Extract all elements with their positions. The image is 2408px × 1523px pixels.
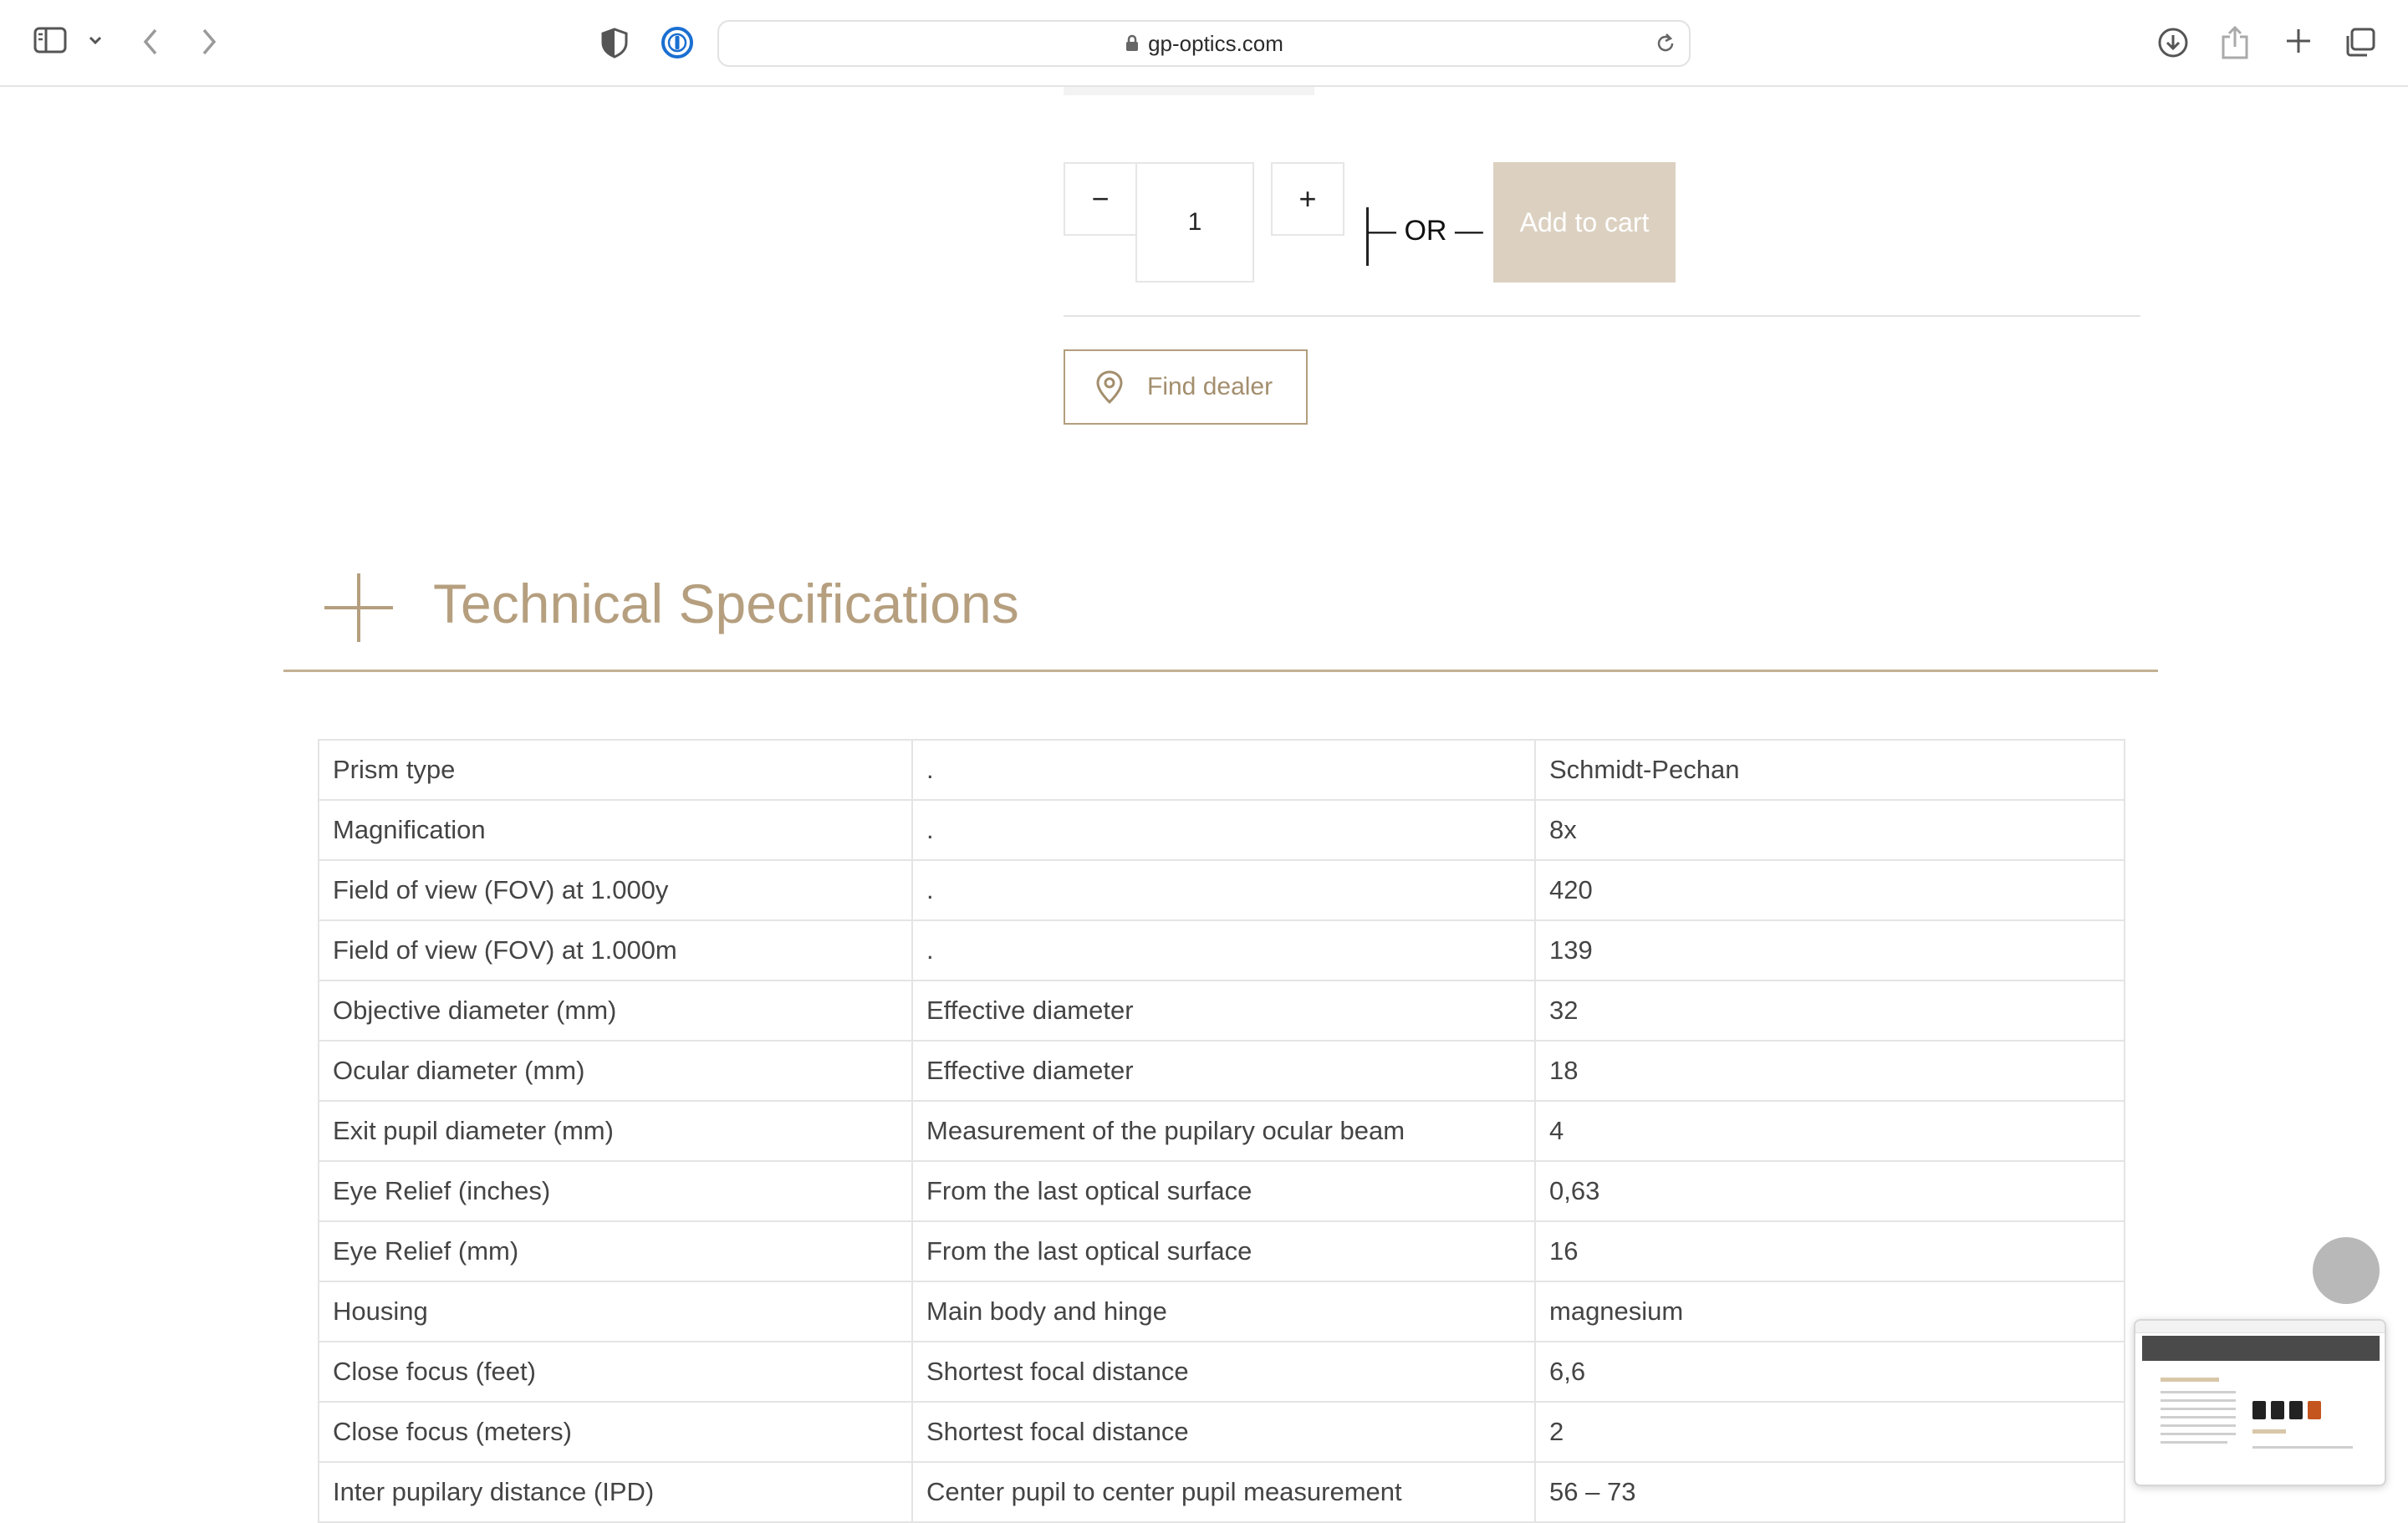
thumbnail-toolbar [2135, 1321, 2385, 1333]
spec-value: 4 [1534, 1100, 2125, 1162]
share-icon[interactable] [2221, 25, 2249, 60]
table-row: Objective diameter (mm) Effective diamete… [318, 980, 2125, 1042]
find-dealer-button[interactable]: Find dealer [1064, 349, 1308, 425]
spec-name: Ocular diameter (mm) [318, 1040, 913, 1102]
thumbnail-title-line [2161, 1378, 2219, 1382]
find-dealer-label: Find dealer [1147, 373, 1273, 400]
spec-value: 420 [1534, 859, 2125, 921]
spec-name: Objective diameter (mm) [318, 980, 913, 1042]
table-row: Field of view (FOV) at 1.000m. 139 [318, 919, 2125, 981]
specs-section-title[interactable]: Technical Specifications [433, 562, 1019, 645]
spec-note: Main body and hinge [911, 1281, 1536, 1342]
spec-note: Center pupil to center pupil measurement [911, 1461, 1536, 1523]
spec-note: Effective diameter [911, 980, 1536, 1042]
screenshot-thumbnail-preview[interactable] [2134, 1319, 2386, 1486]
thumbnail-text-line [2161, 1399, 2236, 1402]
spec-value: 32 [1534, 980, 2125, 1042]
spec-value: 6,6 [1534, 1341, 2125, 1403]
spec-name: Housing [318, 1281, 913, 1342]
specs-title-rule [283, 670, 2158, 672]
table-row: Housing Main body and hinge magnesium [318, 1281, 2125, 1342]
spec-note: . [911, 799, 1536, 861]
thumbnail-text-line [2161, 1408, 2236, 1410]
table-row: Eye Relief (mm) From the last optical sur… [318, 1220, 2125, 1282]
spec-name: Eye Relief (inches) [318, 1160, 913, 1222]
spec-name: Exit pupil diameter (mm) [318, 1100, 913, 1162]
spec-value: 18 [1534, 1040, 2125, 1102]
sidebar-toggle-icon[interactable] [33, 27, 67, 53]
spec-value: 56 – 73 [1534, 1461, 2125, 1523]
chevron-down-icon[interactable] [87, 33, 104, 47]
spec-name: Inter pupilary distance (IPD) [318, 1461, 913, 1523]
thumbnail-product-icon [2252, 1401, 2266, 1419]
thumbnail-text-line [2161, 1416, 2236, 1419]
reload-icon[interactable] [1654, 32, 1677, 59]
spec-note: Shortest focal distance [911, 1341, 1536, 1403]
spec-value: 16 [1534, 1220, 2125, 1282]
spec-note: Shortest focal distance [911, 1401, 1536, 1463]
spec-name: Magnification [318, 799, 913, 861]
spec-name: Prism type [318, 739, 913, 801]
privacy-shield-icon[interactable] [600, 27, 629, 59]
table-row: Eye Relief (inches) From the last optical… [318, 1160, 2125, 1222]
thumbnail-product-icon [2289, 1401, 2303, 1419]
table-row: Close focus (feet) Shortest focal distanc… [318, 1341, 2125, 1403]
password-manager-icon[interactable] [661, 26, 694, 59]
spec-name: Field of view (FOV) at 1.000y [318, 859, 913, 921]
url-text: gp-optics.com [1148, 31, 1283, 56]
quantity-input[interactable]: 1 [1135, 162, 1254, 283]
spec-note: . [911, 739, 1536, 801]
spec-value: 0,63 [1534, 1160, 2125, 1222]
specs-table: Prism type. Schmidt-Pechan Magnification.… [318, 739, 2125, 1523]
thumbnail-price-line [2252, 1429, 2286, 1434]
spec-name: Close focus (meters) [318, 1401, 913, 1463]
table-row: Magnification. 8x [318, 799, 2125, 861]
thumbnail-text-line [2252, 1446, 2353, 1449]
quantity-increase-button[interactable]: + [1271, 162, 1344, 236]
location-pin-icon [1096, 370, 1123, 405]
thumbnail-product-icon [2308, 1401, 2321, 1419]
spec-value: magnesium [1534, 1281, 2125, 1342]
spec-value: 2 [1534, 1401, 2125, 1463]
spec-value: 8x [1534, 799, 2125, 861]
table-row: Close focus (meters) Shortest focal dista… [318, 1401, 2125, 1463]
spec-name: Eye Relief (mm) [318, 1220, 913, 1282]
lock-icon [1126, 34, 1139, 51]
table-row: Exit pupil diameter (mm) Measurement of t… [318, 1100, 2125, 1162]
spec-value: Schmidt-Pechan [1534, 739, 2125, 801]
thumbnail-text-line [2161, 1433, 2236, 1435]
spec-note: Measurement of the pupilary ocular beam [911, 1100, 1536, 1162]
back-arrow-icon[interactable] [140, 27, 161, 57]
table-row: Ocular diameter (mm) Effective diameter 18 [318, 1040, 2125, 1102]
thumbnail-text-line [2161, 1424, 2236, 1427]
table-row: Inter pupilary distance (IPD) Center pupi… [318, 1461, 2125, 1523]
spec-note: From the last optical surface [911, 1160, 1536, 1222]
thumbnail-product-icon [2271, 1401, 2284, 1419]
quantity-decrease-button[interactable]: − [1064, 162, 1137, 236]
thumbnail-text-line [2161, 1391, 2236, 1393]
downloads-icon[interactable] [2157, 27, 2189, 59]
address-bar[interactable]: gp-optics.com [717, 20, 1691, 67]
browser-toolbar: gp-optics.com [0, 0, 2408, 87]
expand-plus-icon[interactable] [323, 572, 395, 644]
spec-name: Field of view (FOV) at 1.000m [318, 919, 913, 981]
scroll-to-top-button[interactable] [2313, 1237, 2380, 1304]
purchase-divider [1064, 315, 2140, 317]
table-row: Field of view (FOV) at 1.000y. 420 [318, 859, 2125, 921]
add-to-cart-button[interactable]: Add to cart [1493, 162, 1676, 283]
or-separator: — OR — [1368, 215, 1483, 247]
thumbnail-header [2142, 1336, 2380, 1361]
table-row: Prism type. Schmidt-Pechan [318, 739, 2125, 801]
spec-name: Close focus (feet) [318, 1341, 913, 1403]
spec-note: Effective diameter [911, 1040, 1536, 1102]
spec-note: . [911, 919, 1536, 981]
forward-arrow-icon[interactable] [199, 27, 219, 57]
option-strip [1064, 87, 1314, 95]
tab-overview-icon[interactable] [2344, 27, 2376, 59]
thumbnail-text-line [2161, 1441, 2227, 1444]
spec-note: . [911, 859, 1536, 921]
spec-value: 139 [1534, 919, 2125, 981]
new-tab-plus-icon[interactable] [2284, 27, 2313, 55]
spec-note: From the last optical surface [911, 1220, 1536, 1282]
